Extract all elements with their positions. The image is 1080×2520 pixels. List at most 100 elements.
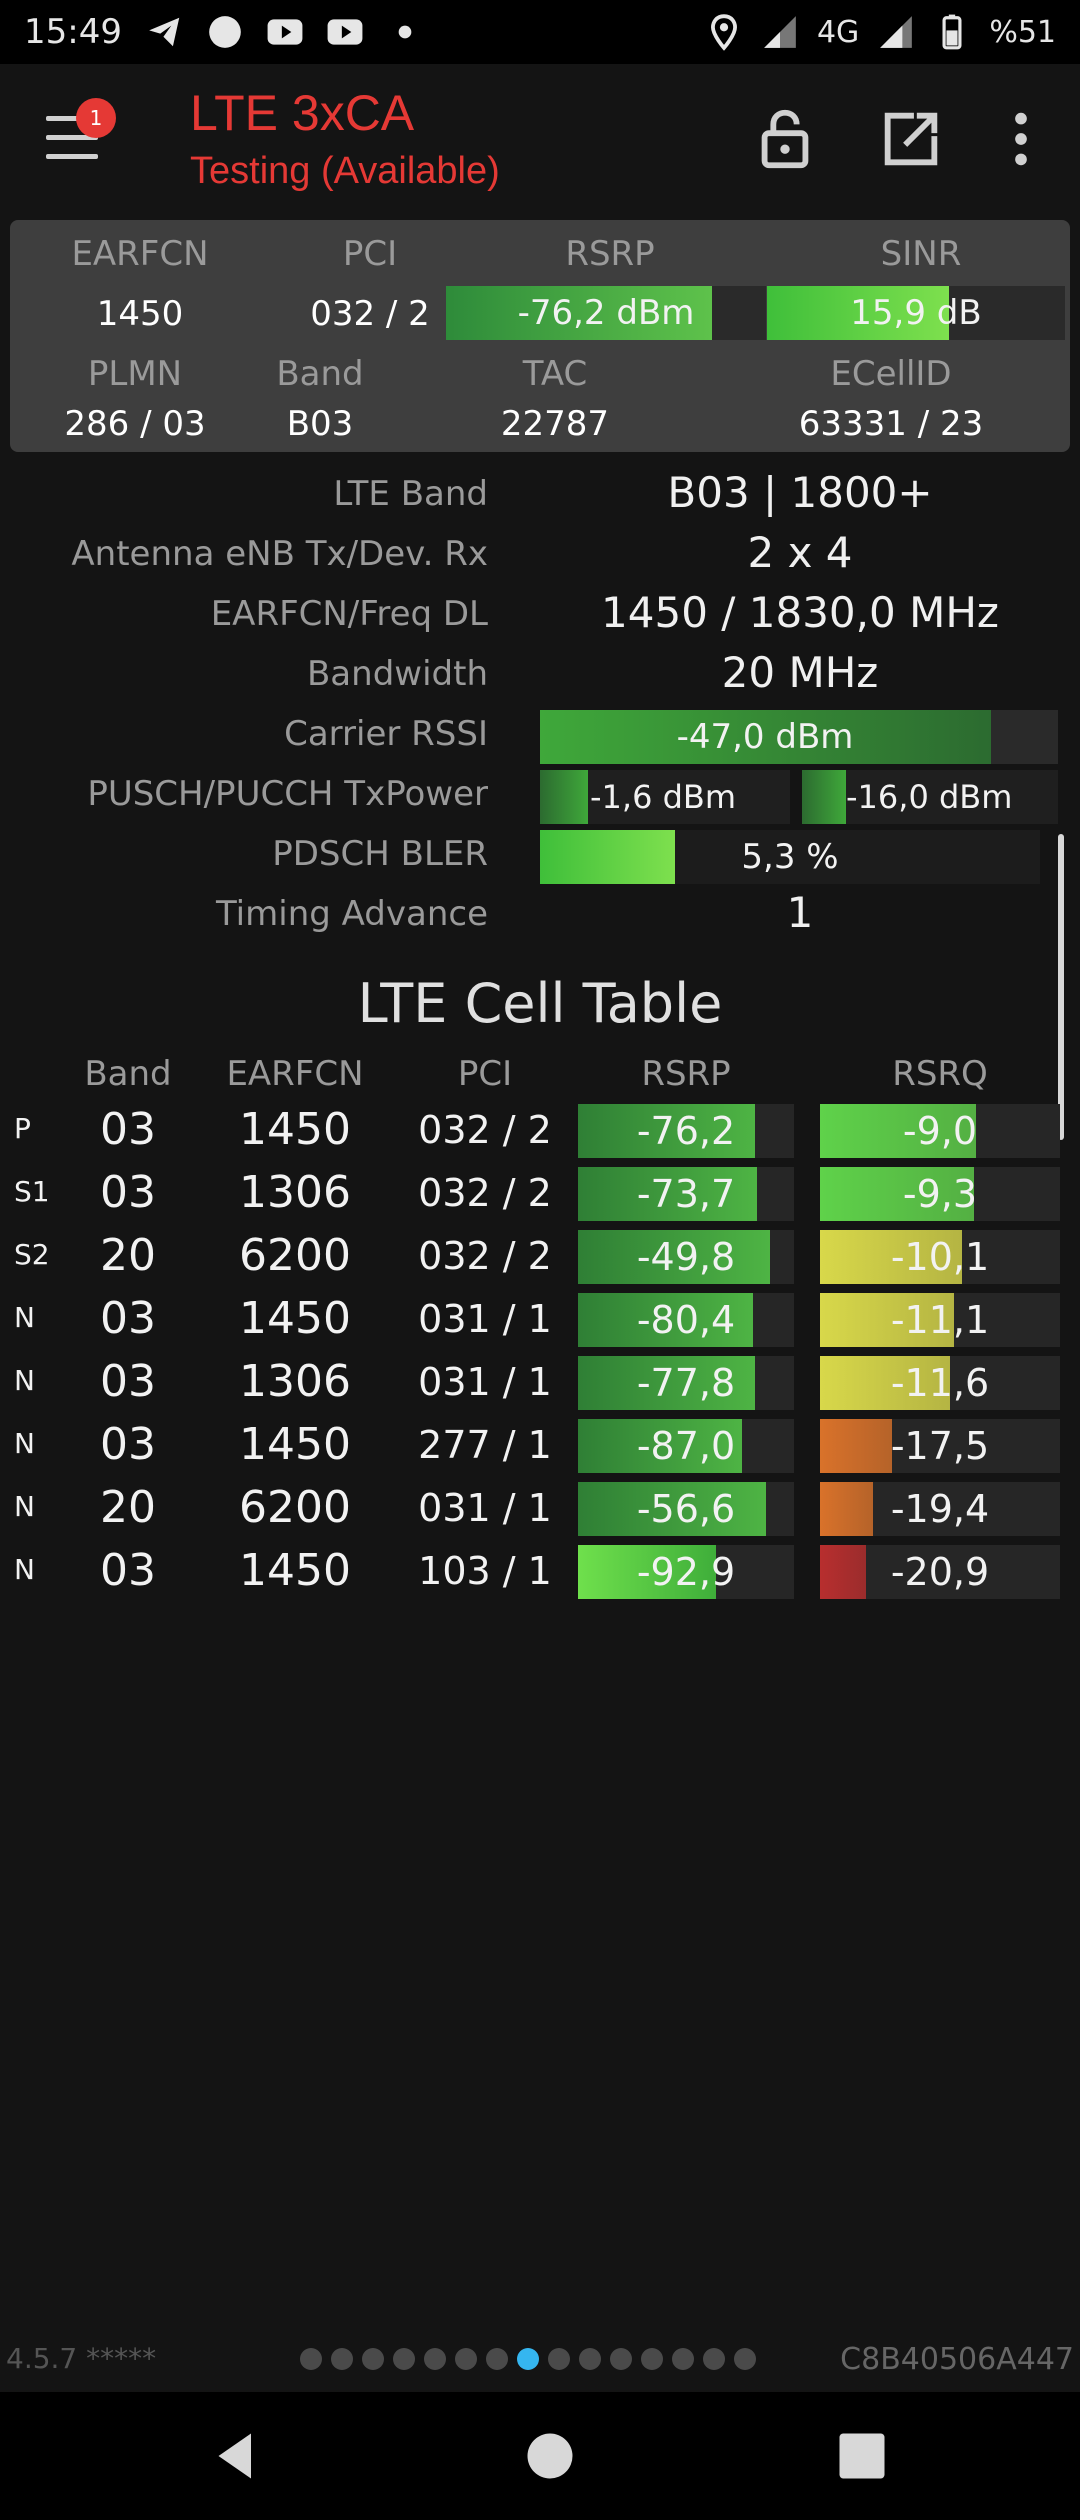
page-dot[interactable] xyxy=(486,2348,508,2370)
band-label: Band xyxy=(276,354,364,394)
detail-lte-band: LTE Band B03 | 1800+ xyxy=(0,468,1080,528)
cell-rsrp: -56,6 xyxy=(636,1487,736,1531)
page-dot[interactable] xyxy=(362,2348,384,2370)
page-dot-active[interactable] xyxy=(517,2348,539,2370)
detail-value: B03 | 1800+ xyxy=(667,468,933,517)
cell-band: 20 xyxy=(100,1482,156,1533)
cell-rsrq: -10,1 xyxy=(890,1235,990,1279)
sinr-bar: 15,9 dB xyxy=(767,286,1065,340)
detail-value: 1 xyxy=(786,888,814,937)
cell-type: N xyxy=(14,1427,35,1460)
cell-earfcn: 6200 xyxy=(239,1482,351,1533)
cell-rsrp-bar: -76,2 xyxy=(578,1104,794,1158)
cell-rsrq: -9,0 xyxy=(902,1109,978,1153)
page-indicator[interactable] xyxy=(300,2348,756,2370)
rsrp-label: RSRP xyxy=(565,234,655,274)
cell-band: 03 xyxy=(100,1104,156,1155)
cell-rsrp: -73,7 xyxy=(636,1172,736,1216)
page-dot[interactable] xyxy=(455,2348,477,2370)
cell-rsrq: -19,4 xyxy=(890,1487,990,1531)
recents-icon[interactable] xyxy=(832,2426,892,2486)
cell-rsrq-bar: -11,6 xyxy=(820,1356,1060,1410)
pci-label: PCI xyxy=(342,234,398,274)
cell-rsrp-bar: -49,8 xyxy=(578,1230,794,1284)
status-bar: 15:49 4G %51 xyxy=(0,0,1080,64)
col-header-rsrp: RSRP xyxy=(641,1054,731,1094)
page-dot[interactable] xyxy=(641,2348,663,2370)
detail-label: PUSCH/PUCCH TxPower xyxy=(87,774,488,814)
home-icon[interactable] xyxy=(520,2426,580,2486)
table-row: N 03 1306 031 / 1 -77,8 -11,6 xyxy=(0,1352,1080,1414)
band-value: B03 xyxy=(286,404,354,444)
cell-rsrp-bar: -87,0 xyxy=(578,1419,794,1473)
tac-value: 22787 xyxy=(500,404,610,444)
navigation-bar xyxy=(0,2392,1080,2520)
cell-band: 20 xyxy=(100,1230,156,1281)
notification-icons xyxy=(146,13,424,51)
table-row: S1 03 1306 032 / 2 -73,7 -9,3 xyxy=(0,1163,1080,1225)
page-dot[interactable] xyxy=(424,2348,446,2370)
app-title: LTE 3xCA xyxy=(190,85,415,141)
detail-tx-power: PUSCH/PUCCH TxPower -1,6 dBm -16,0 dBm xyxy=(0,768,1080,828)
page-dot[interactable] xyxy=(300,2348,322,2370)
sinr-label: SINR xyxy=(880,234,962,274)
cell-type: N xyxy=(14,1301,35,1334)
table-row: N 03 1450 031 / 1 -80,4 -11,1 xyxy=(0,1289,1080,1351)
back-icon[interactable] xyxy=(206,2426,266,2486)
cell-pci: 031 / 1 xyxy=(418,1297,552,1341)
pucch-value: -16,0 dBm xyxy=(846,778,1013,816)
cell-pci: 032 / 2 xyxy=(418,1234,552,1278)
cell-pci: 103 / 1 xyxy=(418,1549,552,1593)
pucch-bar: -16,0 dBm xyxy=(802,770,1058,824)
clock: 15:49 xyxy=(24,12,122,52)
col-header-band: Band xyxy=(84,1054,172,1094)
plmn-label: PLMN xyxy=(87,354,183,394)
rssi-bar: -47,0 dBm xyxy=(540,710,1058,764)
tac-label: TAC xyxy=(522,354,588,394)
cell-earfcn: 6200 xyxy=(239,1230,351,1281)
cell-rsrq: -11,1 xyxy=(890,1298,990,1342)
page-dot[interactable] xyxy=(610,2348,632,2370)
bler-value: 5,3 % xyxy=(741,837,839,877)
location-icon xyxy=(710,14,737,51)
cell-rsrq-bar: -20,9 xyxy=(820,1545,1060,1599)
pucch-bar-fill xyxy=(802,770,846,824)
page-dot[interactable] xyxy=(579,2348,601,2370)
page-dot[interactable] xyxy=(672,2348,694,2370)
detail-timing-advance: Timing Advance 1 xyxy=(0,888,1080,948)
page-dot[interactable] xyxy=(734,2348,756,2370)
cell-earfcn: 1450 xyxy=(239,1545,351,1596)
ecellid-value: 63331 / 23 xyxy=(798,404,984,444)
detail-bandwidth: Bandwidth 20 MHz xyxy=(0,648,1080,708)
cell-type: N xyxy=(14,1553,35,1586)
detail-value: 20 MHz xyxy=(721,648,879,697)
open-external-icon[interactable] xyxy=(876,104,946,174)
cell-earfcn: 1306 xyxy=(239,1356,351,1407)
network-type: 4G xyxy=(816,14,860,50)
cell-rsrq: -9,3 xyxy=(902,1172,978,1216)
circle-icon xyxy=(209,16,241,48)
page-dot[interactable] xyxy=(703,2348,725,2370)
page-dot[interactable] xyxy=(393,2348,415,2370)
detail-label: Bandwidth xyxy=(306,654,488,694)
cell-band: 03 xyxy=(100,1356,156,1407)
app-subtitle: Testing (Available) xyxy=(190,150,500,192)
system-icons: 4G %51 xyxy=(705,13,1056,51)
page-dot[interactable] xyxy=(331,2348,353,2370)
cell-rsrp-bar: -77,8 xyxy=(578,1356,794,1410)
cell-rsrq: -17,5 xyxy=(890,1424,990,1468)
lock-icon[interactable] xyxy=(750,104,820,174)
detail-value: 1450 / 1830,0 MHz xyxy=(601,588,999,637)
battery-level: %51 xyxy=(989,14,1056,50)
bler-bar: 5,3 % xyxy=(540,830,1040,884)
sinr-value: 15,9 dB xyxy=(850,293,982,333)
cell-rsrq: -11,6 xyxy=(890,1361,990,1405)
earfcn-label: EARFCN xyxy=(71,234,209,274)
more-vert-icon[interactable] xyxy=(986,104,1056,174)
page-dot[interactable] xyxy=(548,2348,570,2370)
table-row: S2 20 6200 032 / 2 -49,8 -10,1 xyxy=(0,1226,1080,1288)
cell-rsrp: -87,0 xyxy=(636,1424,736,1468)
detail-earfcn-freq: EARFCN/Freq DL 1450 / 1830,0 MHz xyxy=(0,588,1080,648)
cell-rsrp-bar: -92,9 xyxy=(578,1545,794,1599)
cell-rsrp-bar: -73,7 xyxy=(578,1167,794,1221)
